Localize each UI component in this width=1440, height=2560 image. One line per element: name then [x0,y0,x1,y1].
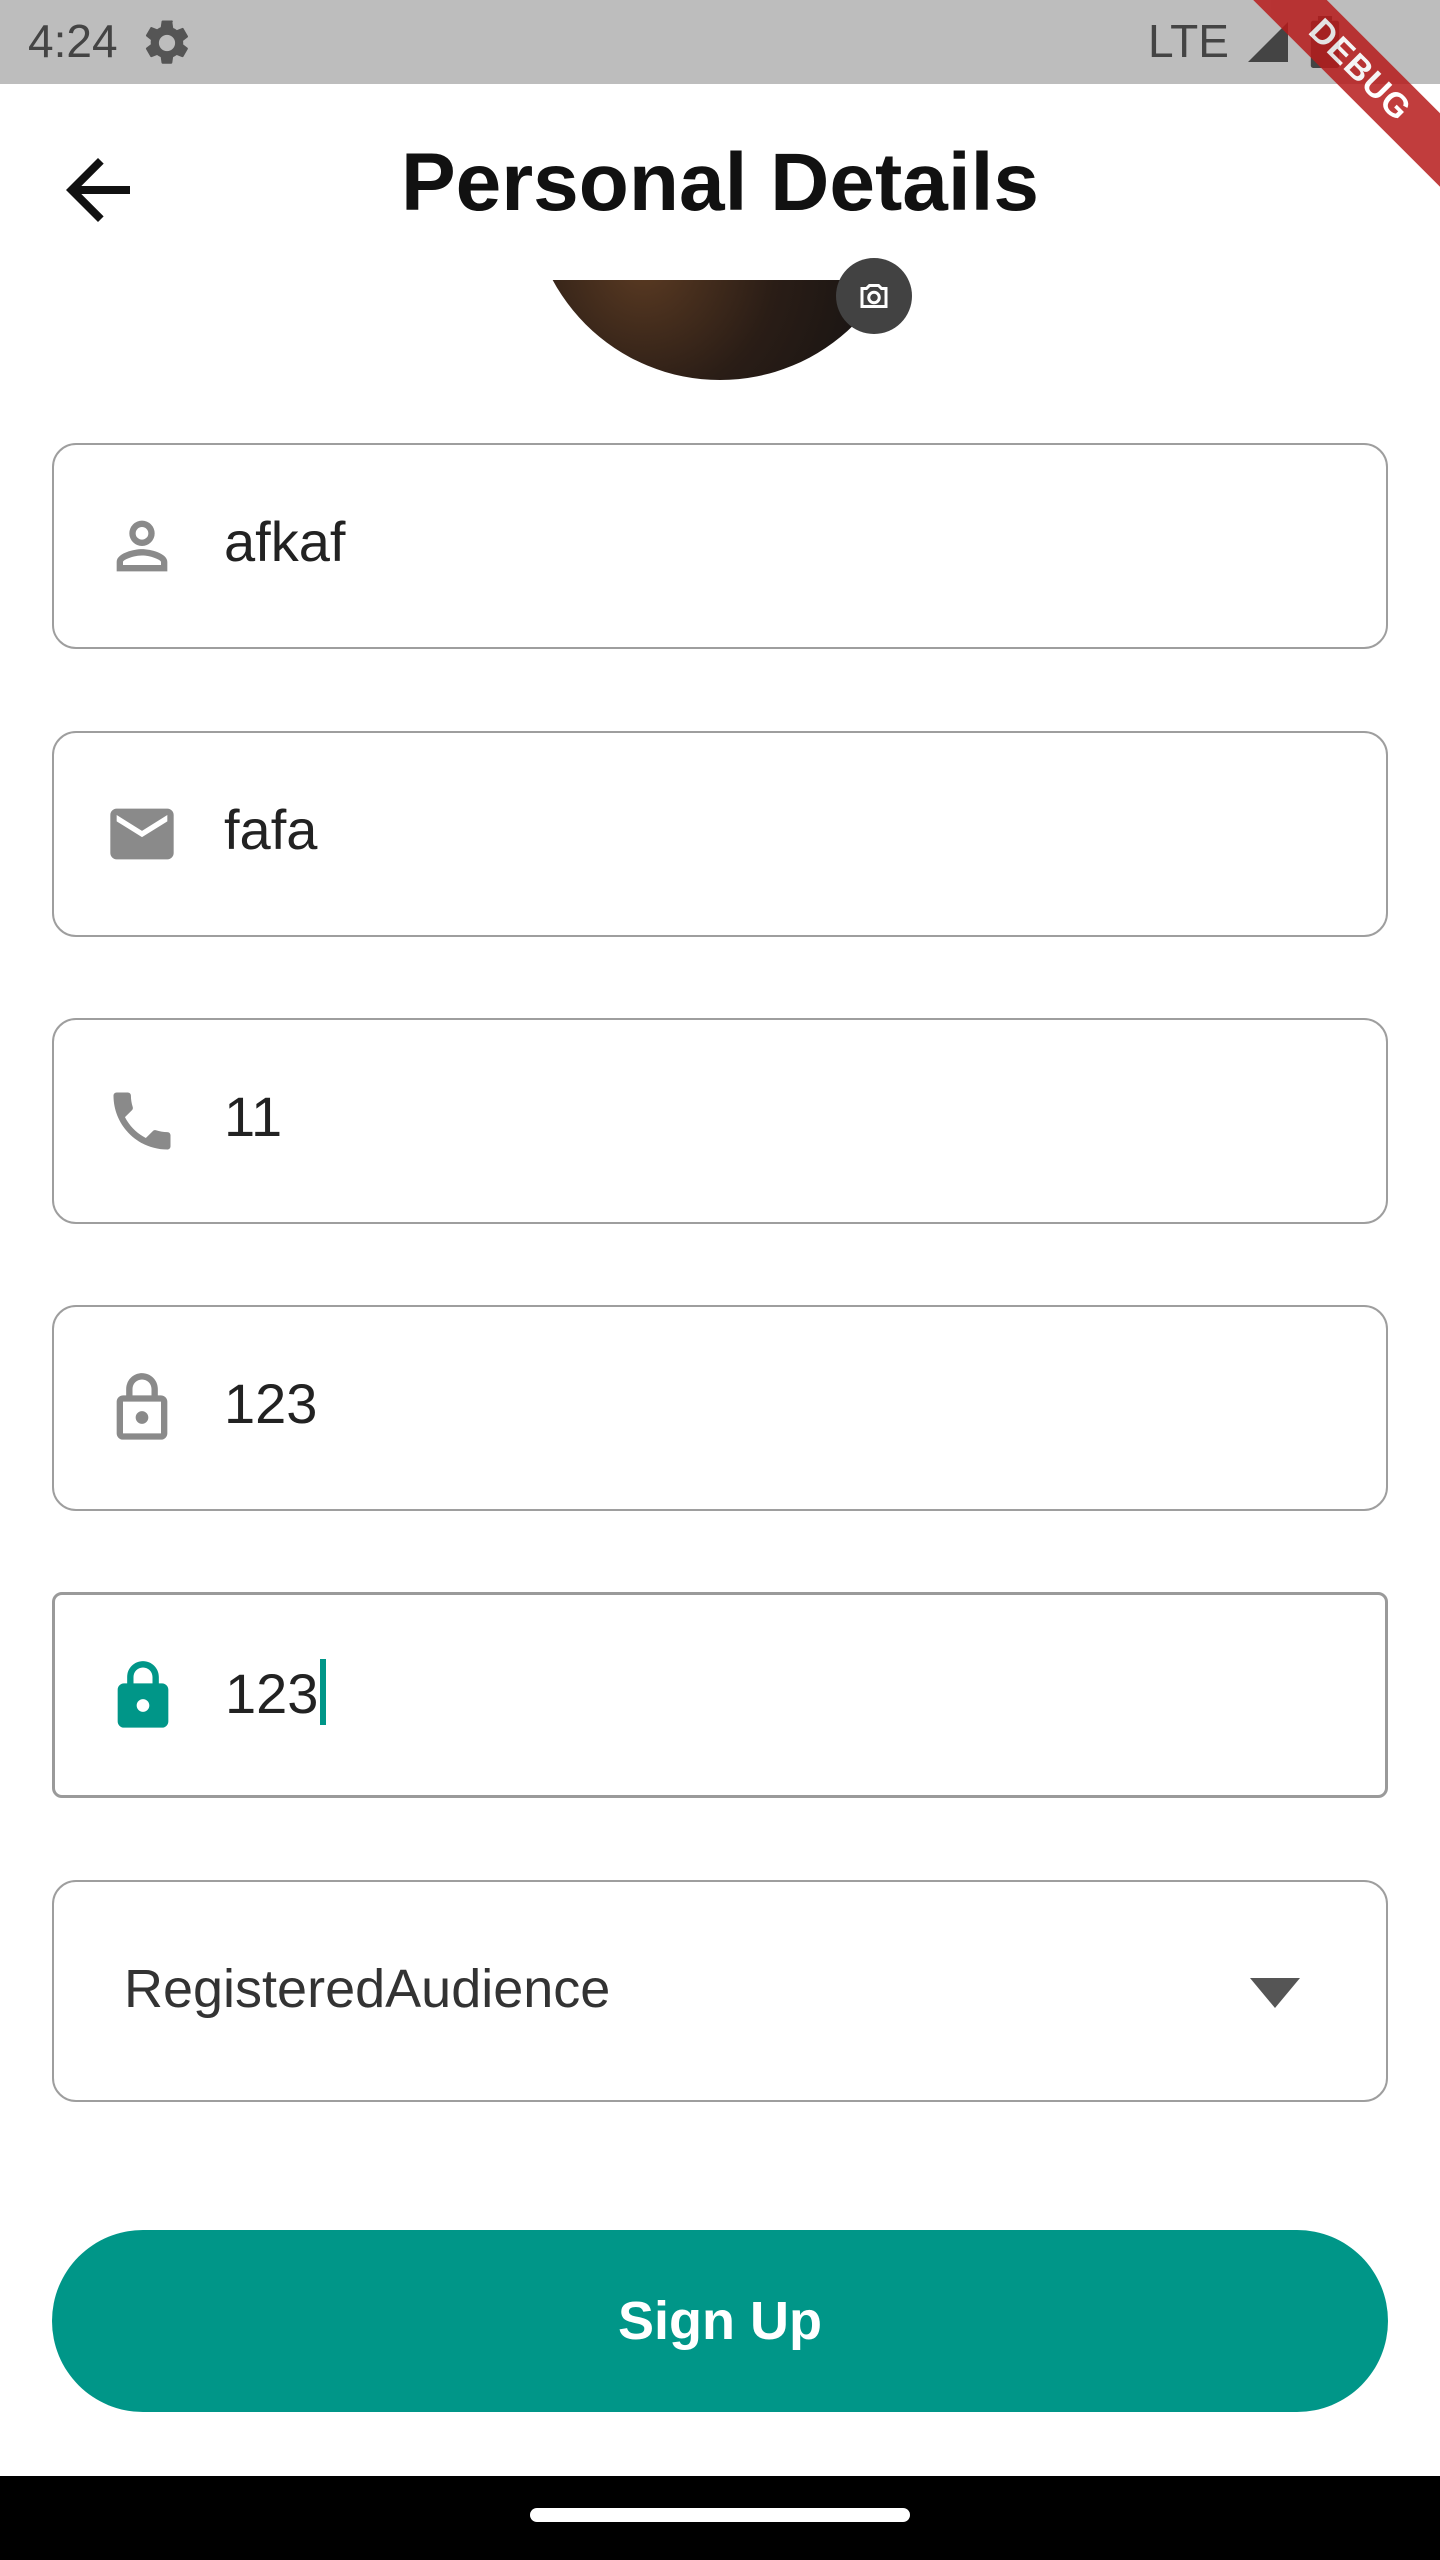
mail-icon [110,808,174,860]
status-time: 4:24 [28,15,118,67]
password-field[interactable]: 123 [52,1305,1388,1511]
role-dropdown-value: RegisteredAudience [124,1959,611,2019]
phone-field[interactable]: 11 [52,1018,1388,1224]
email-field[interactable]: fafa [52,731,1388,937]
status-bar: 4:24 LTE [0,0,1440,84]
text-cursor [320,1659,327,1725]
password-input[interactable]: 123 [224,1371,317,1436]
phone-input[interactable]: 11 [224,1084,282,1149]
camera-icon [860,284,888,308]
confirm-password-text: 123 [225,1662,319,1725]
lock-filled-icon [117,1661,169,1728]
settings-gear-icon [145,20,189,64]
dropdown-arrow-icon [1250,1978,1300,2008]
app-bar: Personal Details [0,84,1440,280]
person-icon [116,520,168,572]
confirm-password-input[interactable]: 123 [225,1659,327,1726]
confirm-password-field[interactable]: 123 [52,1592,1388,1798]
navigation-bar [0,2476,1440,2560]
change-photo-button[interactable] [836,258,912,334]
name-input[interactable]: afkaf [224,509,345,574]
name-field[interactable]: afkaf [52,443,1388,649]
phone-icon [113,1092,171,1150]
email-input[interactable]: fafa [224,797,317,862]
sign-up-button[interactable]: Sign Up [52,2230,1388,2412]
role-dropdown[interactable]: RegisteredAudience [52,1880,1388,2102]
lock-outline-icon [116,1373,168,1440]
screen: 4:24 LTE DEBUG Personal Details afkaf fa… [0,0,1440,2560]
page-title: Personal Details [400,137,1040,228]
home-indicator[interactable] [530,2508,910,2522]
network-type-label: LTE [1148,15,1229,67]
